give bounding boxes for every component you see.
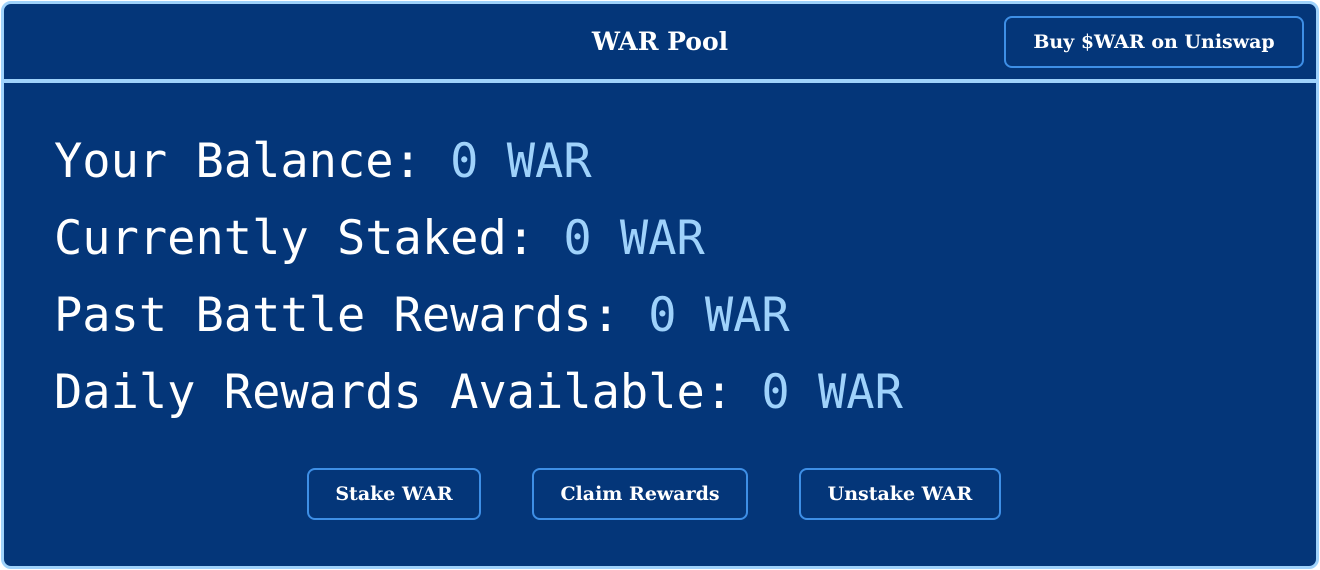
daily-rewards-label: Daily Rewards Available:: [54, 365, 734, 420]
unstake-button[interactable]: Unstake WAR: [799, 468, 1001, 520]
stake-button[interactable]: Stake WAR: [307, 468, 481, 520]
staked-value: 0 WAR: [563, 211, 705, 266]
past-rewards-row: Past Battle Rewards: 0 WAR: [54, 284, 903, 361]
daily-rewards-value: 0 WAR: [761, 365, 903, 420]
staked-label: Currently Staked:: [54, 211, 536, 266]
war-pool-panel: WAR Pool Buy $WAR on Uniswap Your Balanc…: [1, 1, 1319, 569]
balance-row: Your Balance: 0 WAR: [54, 130, 903, 207]
daily-rewards-row: Daily Rewards Available: 0 WAR: [54, 361, 903, 438]
balance-value: 0 WAR: [450, 134, 592, 189]
panel-header: WAR Pool Buy $WAR on Uniswap: [4, 4, 1316, 83]
balance-label: Your Balance:: [54, 134, 422, 189]
claim-rewards-button[interactable]: Claim Rewards: [532, 468, 748, 520]
past-rewards-value: 0 WAR: [648, 288, 790, 343]
staked-row: Currently Staked: 0 WAR: [54, 207, 903, 284]
stats-list: Your Balance: 0 WAR Currently Staked: 0 …: [54, 130, 903, 438]
past-rewards-label: Past Battle Rewards:: [54, 288, 620, 343]
buy-war-uniswap-button[interactable]: Buy $WAR on Uniswap: [1004, 16, 1304, 68]
